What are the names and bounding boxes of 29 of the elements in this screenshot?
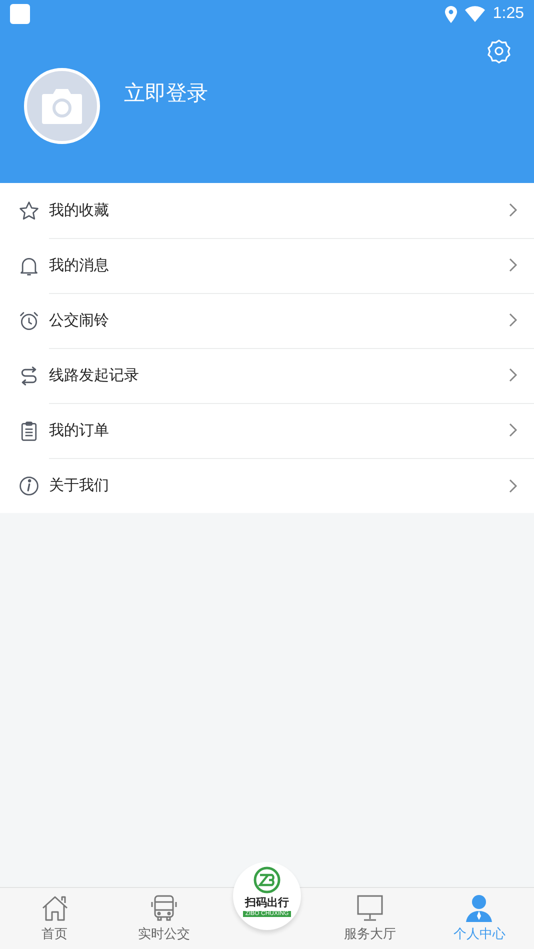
menu-item[interactable]: 我的收藏 — [0, 183, 534, 238]
chevron-right-icon — [508, 478, 518, 494]
nav-tab[interactable]: 服务大厅 — [316, 888, 425, 949]
info-icon — [18, 474, 40, 496]
star-icon — [18, 200, 40, 222]
chevron-right-icon — [508, 202, 518, 218]
menu-item[interactable]: 公交闹铃 — [0, 293, 534, 348]
settings-icon[interactable] — [486, 38, 512, 64]
status-time: 1:25 — [492, 5, 524, 23]
nav-tab[interactable]: 实时公交 — [109, 888, 218, 949]
chevron-right-icon — [508, 422, 518, 438]
logo-icon — [253, 866, 281, 894]
camera-icon — [40, 86, 84, 126]
menu-item[interactable]: 我的消息 — [0, 238, 534, 293]
menu-item[interactable]: 我的订单 — [0, 403, 534, 458]
chevron-right-icon — [508, 257, 518, 273]
chevron-right-icon — [508, 312, 518, 328]
alarm-clock-icon — [18, 310, 40, 332]
bus-icon — [148, 894, 179, 922]
menu-item[interactable]: 线路发起记录 — [0, 348, 534, 403]
person-icon — [464, 894, 494, 922]
monitor-icon — [355, 894, 386, 922]
location-icon — [444, 6, 457, 22]
nav-tab[interactable]: 首页 — [0, 888, 110, 949]
menu-item[interactable]: 关于我们 — [0, 458, 534, 513]
app-notification-icon — [10, 4, 30, 24]
chevron-right-icon — [508, 367, 518, 383]
home-icon — [40, 894, 70, 922]
wifi-icon — [464, 6, 485, 22]
